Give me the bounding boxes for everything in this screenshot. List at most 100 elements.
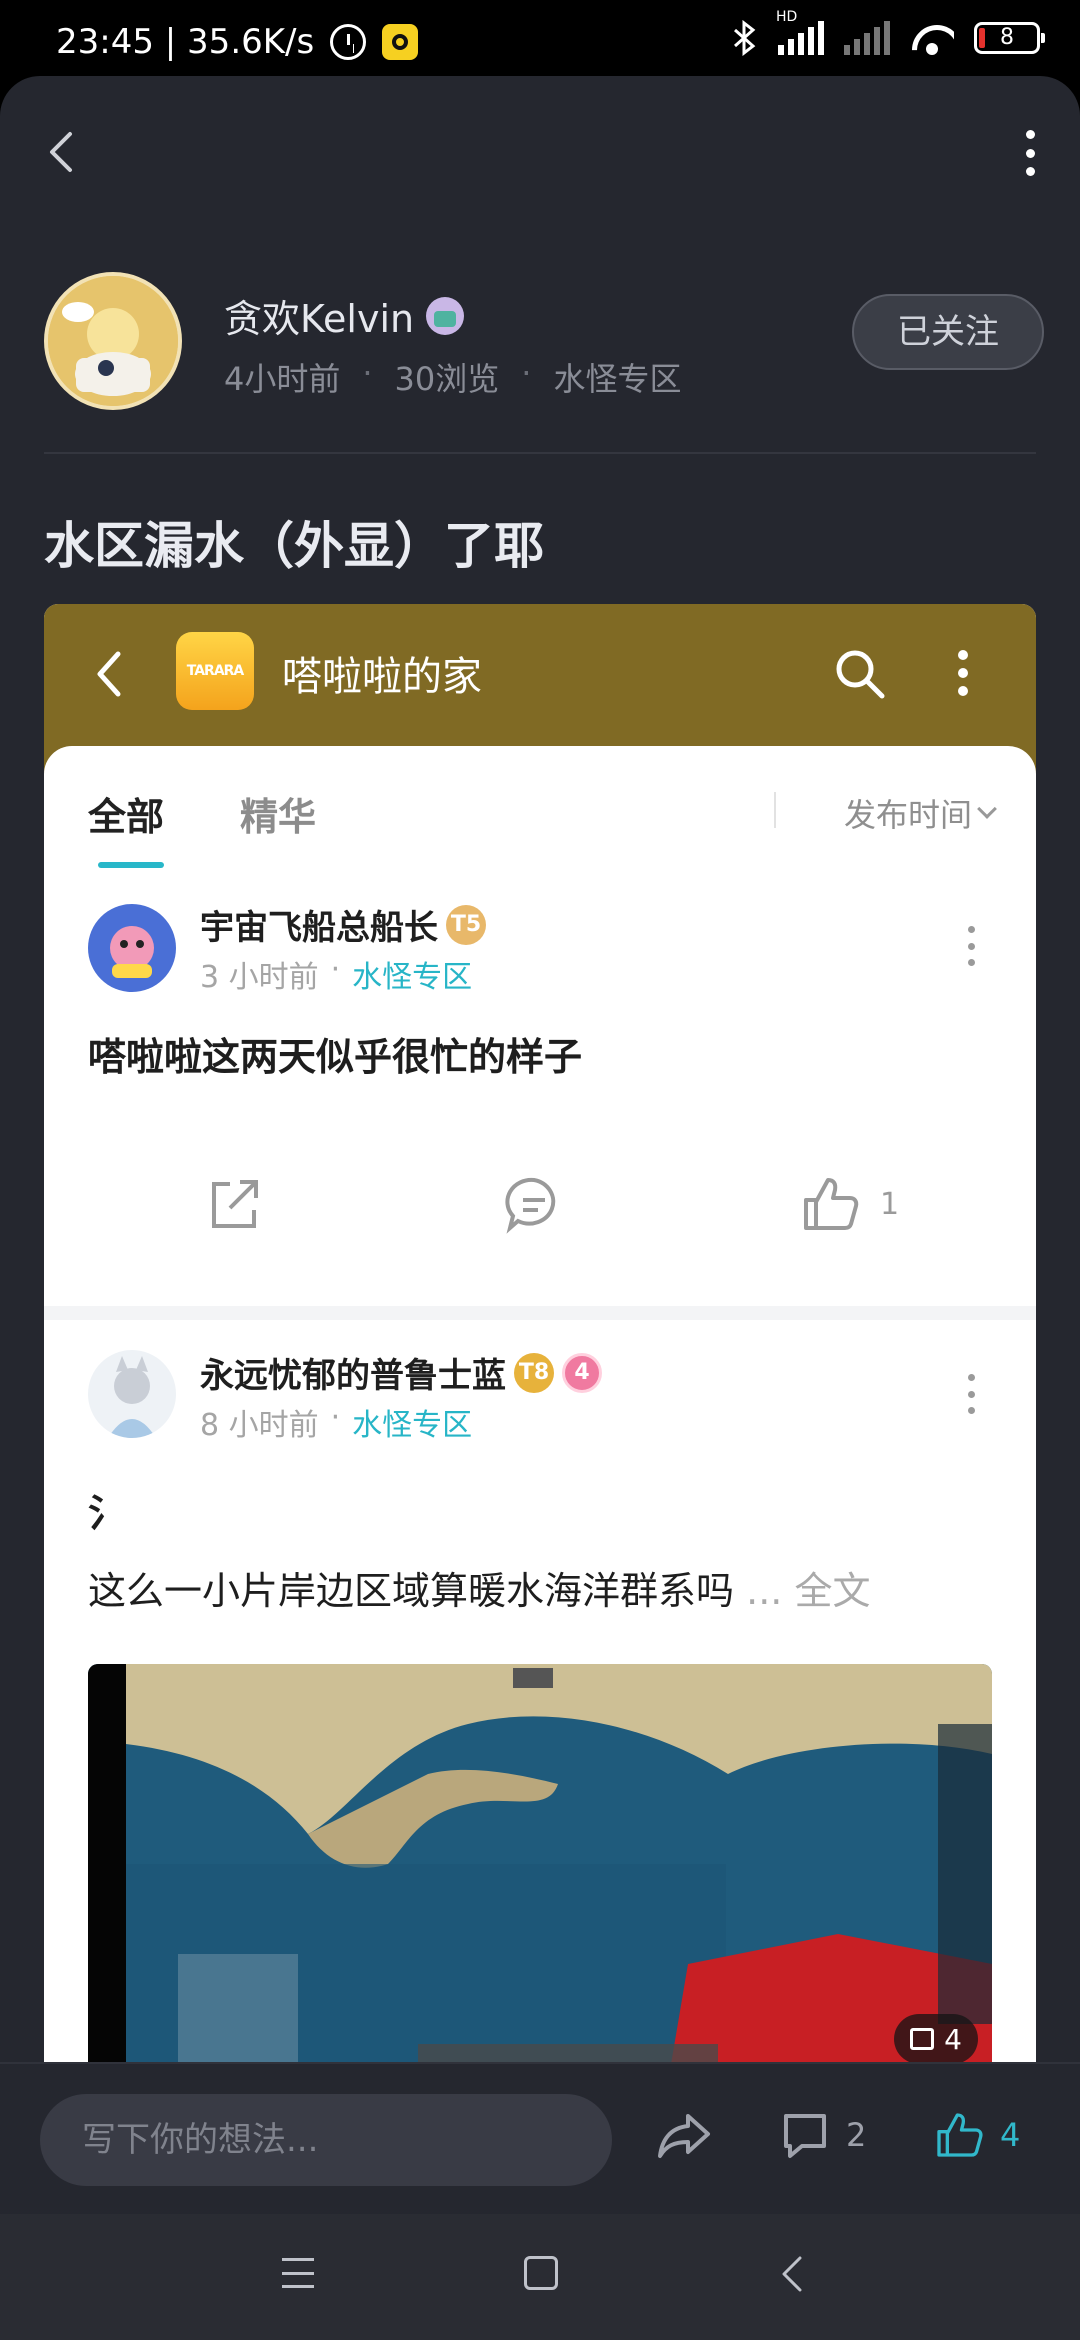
level-badge: T5 — [446, 904, 486, 945]
card-zone: 水怪专区 — [352, 1408, 473, 1443]
comment-action — [504, 1174, 564, 1234]
card-image: 4 — [88, 1664, 992, 2082]
card-time: 3 小时前 — [200, 960, 319, 995]
like-count: 4 — [1000, 2116, 1021, 2154]
card-ellipsis: ... — [746, 1569, 783, 1613]
author-name[interactable]: 贪欢Kelvin — [224, 288, 414, 343]
back-arrow-icon[interactable] — [40, 128, 84, 176]
app-notification-icon — [382, 24, 419, 60]
card-avatar — [88, 1350, 176, 1438]
post-title: 水区漏水（外显）了耶 — [44, 517, 544, 575]
post-detail-sheet: 贪欢Kelvin 4小时前 · 30浏览 · 水怪专区 已关注 水区漏水（外显）… — [0, 76, 1080, 2214]
author-name-row: 贪欢Kelvin — [224, 288, 465, 343]
share-arrow-icon — [658, 2114, 710, 2158]
like-button[interactable]: 4 — [934, 2110, 1020, 2160]
post-views: 30浏览 — [394, 360, 500, 398]
level-badge: T8 — [514, 1352, 554, 1393]
nav-back-icon[interactable] — [778, 2254, 806, 2294]
bluetooth-icon — [734, 20, 756, 56]
signal-bars-icon — [778, 21, 824, 55]
home-icon[interactable] — [524, 2256, 558, 2290]
card-author-name: 永远忧郁的普鲁士蓝 — [200, 1356, 506, 1396]
sort-label: 发布时间 — [843, 796, 972, 834]
card-text: 这么一小片岸边区域算暖水海洋群系吗 — [88, 1569, 735, 1613]
card-heading: 氵 — [88, 1491, 127, 1535]
comment-bubble-icon — [784, 2114, 826, 2158]
comment-count: 2 — [846, 2116, 867, 2154]
thumbs-up-liked-icon — [937, 2113, 983, 2157]
wifi-icon — [910, 21, 954, 55]
embedded-tabs: 全部 精华 发布时间 — [44, 746, 1036, 876]
status-left: 23:45 | 35.6K/s — [56, 22, 419, 62]
battery-level: 8 — [1000, 25, 1014, 50]
status-bar: 23:45 | 35.6K/s HD 8 — [0, 0, 1080, 78]
author-avatar[interactable] — [44, 272, 182, 410]
chevron-down-icon — [977, 799, 997, 819]
embedded-feed: 全部 精华 发布时间 宇宙飞船总船长 T5 3 小时前 · 水怪专区 嗒啦啦这两… — [44, 746, 1036, 2144]
post-zone[interactable]: 水怪专区 — [553, 354, 681, 400]
card-more-icon — [966, 1374, 976, 1414]
top-bar — [0, 76, 1080, 226]
card-text-row: 这么一小片岸边区域算暖水海洋群系吗 ... 全文 — [88, 1560, 870, 1615]
game-screenshot-image — [88, 1664, 992, 2082]
fan-badge: 4 — [562, 1352, 602, 1393]
divider — [44, 452, 1036, 454]
tab-all: 全部 — [88, 795, 165, 839]
card-zone: 水怪专区 — [352, 960, 473, 995]
avatar-illustration — [48, 276, 178, 406]
network-type-label: HD — [776, 9, 798, 25]
author-badge-icon — [426, 296, 465, 335]
embedded-header-title: 嗒啦啦的家 — [282, 654, 482, 700]
thumbs-up-icon — [804, 1178, 859, 1230]
image-count-badge: 4 — [894, 2014, 978, 2064]
card-name-row: 永远忧郁的普鲁士蓝 T8 4 — [200, 1348, 602, 1397]
share-action — [204, 1174, 264, 1234]
card-avatar — [88, 904, 176, 992]
feed-card: 永远忧郁的普鲁士蓝 T8 4 8 小时前 · 水怪专区 氵 这么一小片岸边区域算… — [44, 1320, 1036, 2140]
feed-card: 宇宙飞船总船长 T5 3 小时前 · 水怪专区 嗒啦啦这两天似乎很忙的样子 1 — [44, 876, 1036, 1276]
image-icon — [910, 2028, 935, 2050]
system-nav-bar — [0, 2214, 1080, 2340]
meta-separator: · — [330, 952, 341, 987]
card-separator — [44, 1306, 1036, 1320]
card-time: 8 小时前 — [200, 1408, 319, 1443]
tab-best: 精华 — [240, 795, 317, 839]
card-more-icon — [966, 926, 976, 966]
comment-button[interactable]: 2 — [780, 2110, 866, 2160]
battery-icon: 8 — [974, 22, 1045, 54]
like-action: 1 — [800, 1174, 899, 1234]
tab-active-indicator — [98, 862, 164, 868]
card-meta: 3 小时前 · 水怪专区 — [200, 952, 472, 996]
bottom-action-bar: 写下你的想法... 2 4 — [0, 2062, 1080, 2214]
post-meta: 4小时前 · 30浏览 · 水怪专区 — [224, 354, 681, 400]
embedded-back-icon — [97, 651, 121, 697]
meta-separator: · — [330, 1400, 341, 1435]
card-actions: 1 — [44, 1174, 1036, 1254]
card-meta: 8 小时前 · 水怪专区 — [200, 1400, 472, 1444]
status-right: HD 8 — [732, 9, 1045, 56]
image-count: 4 — [944, 2022, 962, 2056]
follow-button[interactable]: 已关注 — [852, 294, 1044, 370]
status-time-speed: 23:45 | 35.6K/s — [56, 22, 315, 62]
card-text: 嗒啦啦这两天似乎很忙的样子 — [88, 1035, 583, 1079]
alarm-icon — [330, 24, 367, 60]
sort-selector: 发布时间 — [843, 790, 997, 836]
author-block: 贪欢Kelvin 4小时前 · 30浏览 · 水怪专区 已关注 — [44, 272, 1044, 412]
read-more-link: 全文 — [794, 1569, 871, 1613]
card-author-name: 宇宙飞船总船长 — [200, 908, 438, 948]
share-button[interactable] — [656, 2110, 712, 2162]
like-count: 1 — [880, 1186, 900, 1222]
more-options-icon[interactable] — [1020, 130, 1040, 176]
share-icon — [212, 1180, 258, 1228]
post-time: 4小时前 — [224, 360, 341, 398]
recent-apps-icon[interactable] — [282, 2258, 314, 2288]
embedded-app-logo: TARARA — [176, 632, 254, 710]
signal-bars-2-icon — [844, 21, 890, 55]
comment-icon — [505, 1177, 556, 1234]
signal-1: HD — [776, 9, 824, 55]
sort-separator — [774, 792, 776, 828]
embedded-search-icon — [836, 650, 885, 699]
meta-separator: · — [362, 354, 373, 392]
comment-input[interactable]: 写下你的想法... — [40, 2094, 612, 2186]
embedded-screenshot[interactable]: TARARA 嗒啦啦的家 全部 精华 发布时间 宇宙飞船总船长 T5 3 小时前… — [44, 604, 1036, 2144]
